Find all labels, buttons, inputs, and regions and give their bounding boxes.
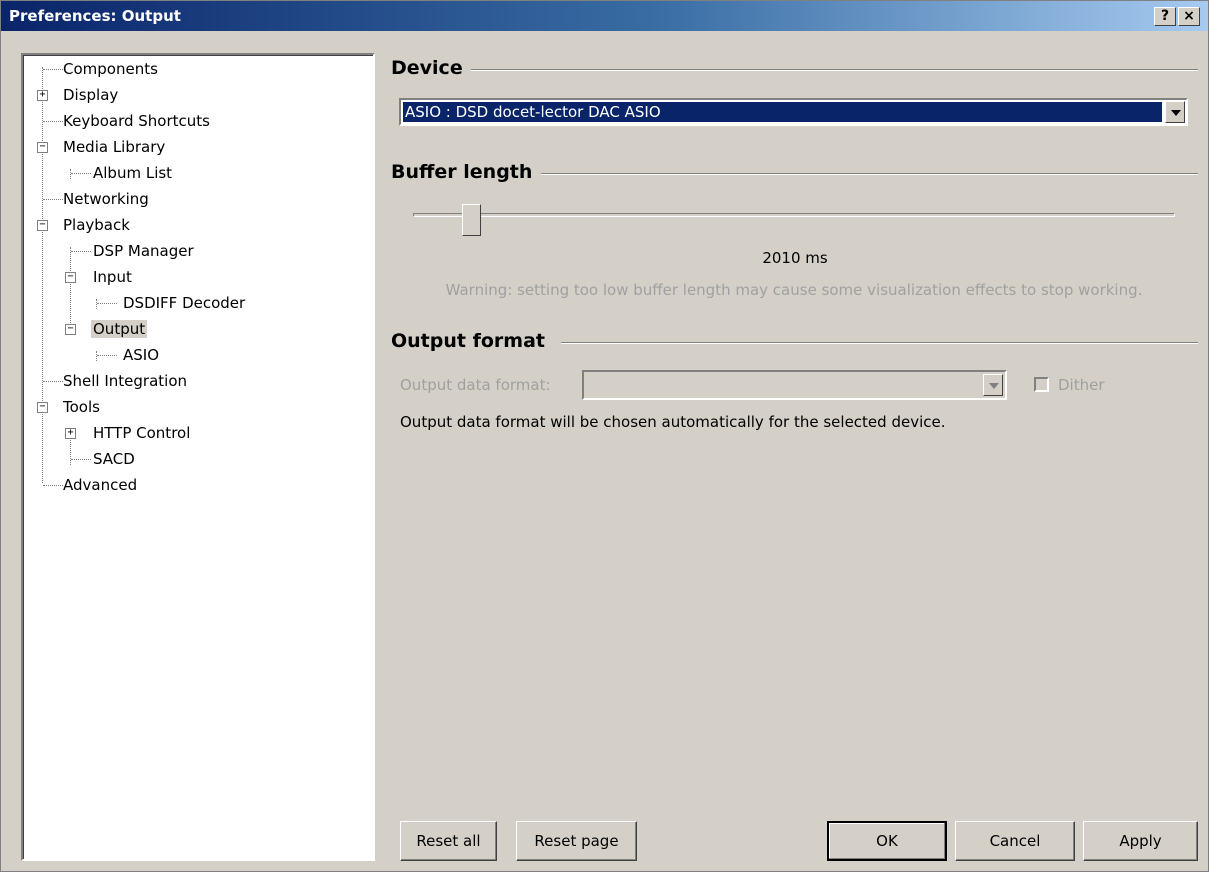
tree-item-advanced[interactable]: Advanced: [61, 474, 139, 496]
buffer-value: 2010 ms: [762, 249, 828, 267]
tree-line: [71, 459, 91, 460]
close-button[interactable]: ×: [1178, 7, 1200, 26]
reset-all-button[interactable]: Reset all: [400, 821, 497, 861]
tree-item-album-list[interactable]: Album List: [91, 162, 174, 184]
section-divider: [471, 69, 1198, 71]
tree-item-label: Album List: [93, 164, 173, 182]
tree-item-label: Media Library: [63, 138, 166, 156]
tree-item-media-library[interactable]: Media Library: [61, 136, 167, 158]
tree-item-label: Output: [91, 320, 148, 338]
buffer-section-title: Buffer length: [391, 161, 541, 183]
tree-line: [43, 121, 63, 122]
device-dropdown[interactable]: ASIO : DSD docet-lector DAC ASIO: [399, 98, 1188, 126]
preferences-tree[interactable]: + − − − − − + Components Display Keyboar…: [21, 53, 375, 861]
output-data-format-dropdown[interactable]: [582, 370, 1007, 400]
preferences-window: Preferences: Output ? × + − − − − − + Co…: [0, 0, 1209, 872]
tree-item-label: Display: [63, 86, 119, 104]
tree-item-label: Keyboard Shortcuts: [63, 112, 210, 130]
tree-line: [96, 299, 97, 309]
tree-line: [43, 485, 63, 486]
collapse-icon[interactable]: −: [65, 324, 76, 335]
tree-item-label: Input: [93, 268, 132, 286]
tree-item-label: Shell Integration: [63, 372, 188, 390]
expand-icon[interactable]: +: [37, 90, 48, 101]
tree-item-label: Networking: [63, 190, 149, 208]
tree-item-asio[interactable]: ASIO: [121, 344, 161, 366]
tree-line: [43, 199, 63, 200]
tree-line: [97, 355, 117, 356]
collapse-icon[interactable]: −: [37, 220, 48, 231]
tree-item-label: DSDIFF Decoder: [123, 294, 246, 312]
output-format-note: Output data format will be chosen automa…: [400, 413, 946, 431]
expand-icon[interactable]: +: [65, 428, 76, 439]
tree-line: [70, 169, 71, 179]
output-format-section-title: Output format: [391, 330, 553, 352]
window-title: Preferences: Output: [9, 7, 181, 25]
tree-item-label: HTTP Control: [93, 424, 191, 442]
tree-item-label: Playback: [63, 216, 130, 234]
dither-label: Dither: [1058, 376, 1105, 394]
ok-button[interactable]: OK: [827, 821, 947, 861]
title-bar[interactable]: Preferences: Output ? ×: [1, 1, 1208, 31]
chevron-down-icon: [1171, 110, 1181, 116]
tree-item-label: Tools: [63, 398, 100, 416]
tree-item-label: Advanced: [63, 476, 138, 494]
tree-item-label: DSP Manager: [93, 242, 194, 260]
tree-item-playback[interactable]: Playback: [61, 214, 132, 236]
section-divider: [561, 342, 1198, 344]
device-selected-value: ASIO : DSD docet-lector DAC ASIO: [403, 102, 1162, 122]
tree-line: [70, 247, 71, 335]
reset-page-button[interactable]: Reset page: [516, 821, 637, 861]
tree-item-label: SACD: [93, 450, 135, 468]
tree-item-http-control[interactable]: HTTP Control: [91, 422, 192, 444]
tree-line: [71, 251, 91, 252]
tree-line: [43, 381, 63, 382]
tree-item-display[interactable]: Display: [61, 84, 120, 106]
tree-item-shell-integration[interactable]: Shell Integration: [61, 370, 189, 392]
collapse-icon[interactable]: −: [37, 402, 48, 413]
dropdown-arrow-button[interactable]: [983, 374, 1003, 396]
tree-item-components[interactable]: Components: [61, 58, 160, 80]
tree-item-tools[interactable]: Tools: [61, 396, 102, 418]
tree-item-sacd[interactable]: SACD: [91, 448, 137, 470]
dropdown-arrow-button[interactable]: [1165, 101, 1185, 123]
section-divider: [541, 173, 1198, 175]
tree-item-input[interactable]: Input: [91, 266, 134, 288]
buffer-slider-thumb[interactable]: [462, 204, 481, 236]
help-button[interactable]: ?: [1154, 7, 1176, 26]
collapse-icon[interactable]: −: [65, 272, 76, 283]
dither-checkbox[interactable]: [1034, 377, 1049, 392]
tree-line: [43, 69, 63, 70]
tree-line: [96, 351, 97, 361]
buffer-slider-track[interactable]: [413, 213, 1175, 217]
tree-line: [71, 173, 91, 174]
tree-item-keyboard-shortcuts[interactable]: Keyboard Shortcuts: [61, 110, 212, 132]
tree-item-dsdiff-decoder[interactable]: DSDIFF Decoder: [121, 292, 247, 314]
tree-item-label: Components: [63, 60, 158, 78]
tree-item-dsp-manager[interactable]: DSP Manager: [91, 240, 196, 262]
tree-item-output[interactable]: Output: [91, 318, 148, 340]
tree-item-networking[interactable]: Networking: [61, 188, 151, 210]
tree-line: [97, 303, 117, 304]
apply-button[interactable]: Apply: [1083, 821, 1198, 861]
tree-item-label: ASIO: [123, 346, 160, 364]
tree-line: [42, 67, 43, 483]
chevron-down-icon: [989, 383, 999, 389]
output-data-format-label: Output data format:: [400, 376, 551, 394]
buffer-warning: Warning: setting too low buffer length m…: [445, 281, 1143, 299]
device-section-title: Device: [391, 57, 471, 79]
cancel-button[interactable]: Cancel: [955, 821, 1075, 861]
collapse-icon[interactable]: −: [37, 142, 48, 153]
